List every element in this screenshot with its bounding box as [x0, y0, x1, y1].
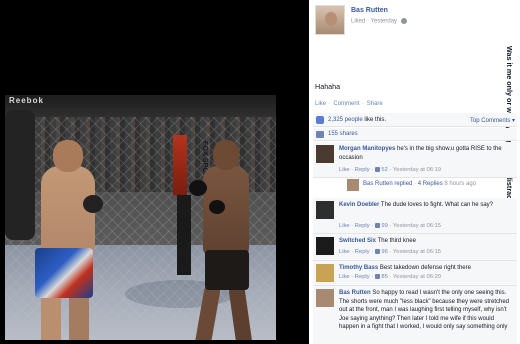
thumbs-up-icon	[316, 116, 324, 124]
commenter-avatar[interactable]	[316, 264, 334, 282]
comment-text: Best takedown defense right there	[379, 265, 471, 271]
author-avatar[interactable]	[315, 5, 345, 35]
comment-meta: Like · Reply · 52 · Yesterday at 06:19	[339, 167, 442, 174]
comment-body: Kevin Doebler The dude loves to fight. W…	[339, 201, 515, 210]
commenter-name[interactable]: Morgan Manitopyes	[339, 146, 395, 152]
fight-photo[interactable]: Reebok FOX SPORTS	[5, 95, 276, 340]
thumbs-up-icon	[374, 167, 380, 172]
comment-body: Bas Rutten So happy to read I wasn't the…	[339, 289, 515, 332]
post-header: Bas Rutten Liked · Yesterday	[315, 5, 515, 37]
share-link[interactable]: Share	[367, 101, 383, 107]
reply-author-avatar[interactable]	[347, 179, 359, 191]
comment-item: Morgan Manitopyes he's in the big show,u…	[313, 142, 517, 178]
reply-author[interactable]: Bas Rutten	[363, 181, 393, 187]
likes-summary: 2,325 people like this.	[328, 117, 386, 123]
post-meta: Liked · Yesterday	[351, 18, 407, 25]
likes-suffix: like this.	[364, 117, 387, 123]
comment-text: The dude loves to fight. What can he say…	[380, 202, 493, 208]
separator: ·	[414, 181, 417, 187]
comment-meta: Like · Reply · 96 · Yesterday at 06:15	[339, 249, 442, 256]
comment-like-link[interactable]: Like	[339, 223, 350, 229]
comment-time[interactable]: Yesterday at 06:15	[393, 249, 441, 255]
commenter-name[interactable]: Timothy Bass	[339, 265, 378, 271]
comment-reply-link[interactable]: Reply	[355, 274, 370, 280]
comment-item: Bas Rutten So happy to read I wasn't the…	[313, 286, 517, 344]
comment-text: The third knee	[377, 238, 416, 244]
comment-like-count[interactable]: 85	[381, 274, 387, 280]
post-time[interactable]: Yesterday	[371, 19, 397, 25]
comment-reply-link[interactable]: Reply	[355, 223, 370, 229]
liked-label[interactable]: Liked	[351, 19, 365, 25]
comment-body: Switched Six The third knee	[339, 237, 515, 246]
comment-like-count[interactable]: 96	[381, 249, 387, 255]
comment-body: Timothy Bass Best takedown defense right…	[339, 264, 515, 273]
comment-like-count[interactable]: 99	[381, 223, 387, 229]
comment-item: Switched Six The third knee Like · Reply…	[313, 234, 517, 261]
replies-count-link[interactable]: 4 Replies	[418, 181, 443, 187]
comment-like-link[interactable]: Like	[339, 274, 350, 280]
post-actions: Like · Comment · Share	[315, 101, 383, 107]
fighter-right	[185, 140, 265, 340]
commenter-avatar[interactable]	[316, 145, 334, 163]
separator: ·	[328, 101, 331, 107]
comment-meta: Like · Reply · 99 · Yesterday at 06:15	[339, 223, 442, 230]
arena-banner: Reebok	[9, 96, 44, 105]
shares-row: 155 shares	[313, 128, 517, 141]
commenter-name[interactable]: Kevin Doebler	[339, 202, 379, 208]
comment-time[interactable]: Yesterday at 06:19	[393, 167, 441, 173]
comment-reply-link[interactable]: Reply	[355, 249, 370, 255]
reply-summary[interactable]: Bas Rutten replied · 4 Replies 8 hours a…	[339, 178, 517, 192]
likes-row: 2,325 people like this. Top Comments ▾	[313, 113, 517, 127]
comment-reply-link[interactable]: Reply	[355, 167, 370, 173]
shares-count-link[interactable]: 155 shares	[328, 131, 358, 137]
comment-time[interactable]: Yesterday at 06:20	[393, 274, 441, 280]
reply-time: 8 hours ago	[444, 181, 477, 187]
commenter-avatar[interactable]	[316, 201, 334, 219]
post-haha: Hahaha	[315, 82, 341, 91]
arena-top: Reebok	[5, 95, 276, 117]
like-link[interactable]: Like	[315, 101, 326, 107]
separator: ·	[362, 101, 365, 107]
top-comments-dropdown[interactable]: Top Comments ▾	[470, 117, 515, 124]
comment-like-link[interactable]: Like	[339, 249, 350, 255]
comment-item: Kevin Doebler The dude loves to fight. W…	[313, 198, 517, 234]
commenter-avatar[interactable]	[316, 289, 334, 307]
author-name[interactable]: Bas Rutten	[351, 7, 388, 14]
share-icon	[316, 131, 324, 138]
post-sidebar: Bas Rutten Liked · Yesterday Was it me o…	[309, 0, 520, 344]
reply-summary-text: Bas Rutten replied · 4 Replies 8 hours a…	[363, 181, 476, 187]
comment-like-link[interactable]: Like	[339, 167, 350, 173]
fighter-left	[27, 140, 103, 340]
comment-body: Morgan Manitopyes he's in the big show,u…	[339, 145, 515, 162]
post-photo[interactable]: Reebok FOX SPORTS	[0, 0, 309, 344]
commenter-avatar[interactable]	[316, 237, 334, 255]
comment-time[interactable]: Yesterday at 06:15	[393, 223, 441, 229]
commenter-name[interactable]: Switched Six	[339, 238, 376, 244]
globe-icon[interactable]	[400, 18, 407, 24]
thumbs-up-icon	[374, 249, 380, 254]
comment-item: Timothy Bass Best takedown defense right…	[313, 261, 517, 286]
likes-count-link[interactable]: 2,325 people	[328, 117, 363, 123]
comment-meta: Like · Reply · 85 · Yesterday at 06:20	[339, 274, 442, 281]
reply-verb: replied	[394, 181, 413, 187]
referee-edge	[5, 110, 35, 240]
comment-like-count[interactable]: 52	[381, 167, 387, 173]
commenter-name[interactable]: Bas Rutten	[339, 290, 371, 296]
thumbs-up-icon	[374, 274, 380, 279]
comment-link[interactable]: Comment	[333, 101, 359, 107]
thumbs-up-icon	[374, 223, 380, 228]
comment-text: So happy to read I wasn't the only one s…	[339, 290, 510, 330]
